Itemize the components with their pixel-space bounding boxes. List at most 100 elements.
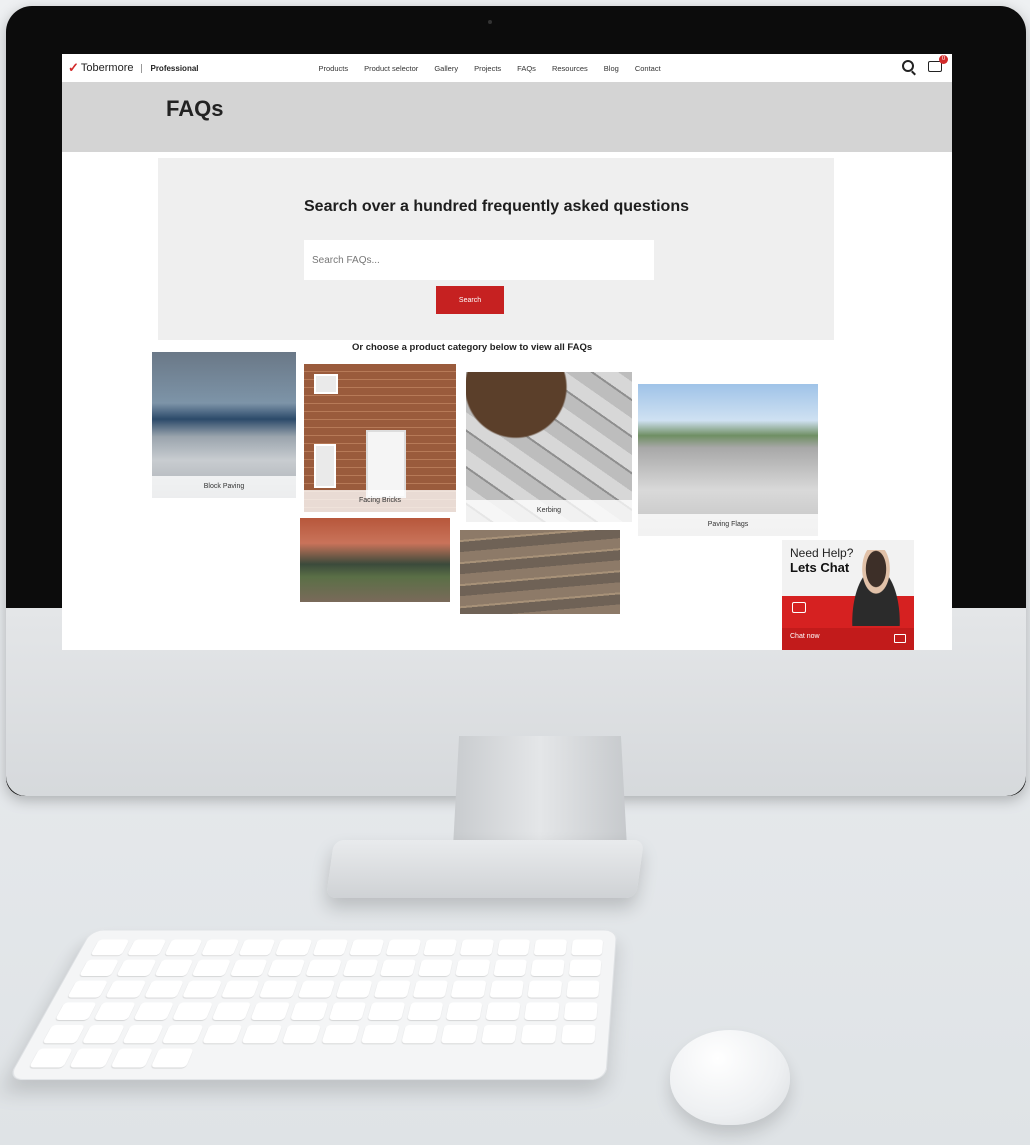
faq-search-input[interactable] (304, 240, 654, 280)
keyboard-key (328, 1002, 367, 1021)
keyboard-key (110, 1048, 154, 1068)
window-shape (314, 374, 338, 394)
keyboard-key (380, 959, 417, 977)
brand-flag-icon: ✓ (68, 60, 79, 75)
window-icon (894, 634, 906, 643)
monitor-stand-foot (325, 840, 645, 898)
keyboard-key (90, 939, 130, 956)
keyboard-key (116, 959, 157, 977)
category-label: Kerbing (466, 500, 632, 522)
window-shape (314, 444, 336, 488)
keyboard-key (422, 939, 458, 956)
keyboard-key (304, 959, 342, 977)
keyboard-key (493, 959, 528, 977)
keyboard-key (417, 959, 454, 977)
search-heading: Search over a hundred frequently asked q… (304, 198, 689, 215)
top-navigation-bar: ✓ Tobermore Professional Products Produc… (62, 54, 952, 82)
category-label: Block Paving (152, 476, 296, 498)
keyboard-key (455, 959, 491, 977)
chat-bubble-icon (792, 602, 806, 613)
keyboard-key (275, 939, 312, 956)
mouse (670, 1030, 790, 1125)
chat-agent-avatar (844, 550, 908, 626)
keyboard-key (312, 939, 349, 956)
category-tile-kerbing[interactable]: Kerbing (466, 372, 632, 522)
brand-logo[interactable]: ✓ Tobermore Professional (68, 60, 199, 76)
keyboard (7, 929, 618, 1081)
keyboard-key (151, 1048, 194, 1068)
header-icons: 0 (902, 54, 948, 72)
brand-name: Tobermore (80, 62, 134, 74)
keyboard-key (289, 1002, 329, 1021)
category-tile-block-paving[interactable]: Block Paving (152, 352, 296, 498)
nav-item-product-selector[interactable]: Product selector (364, 64, 418, 73)
keyboard-key (349, 939, 385, 956)
website-screen: ✓ Tobermore Professional Products Produc… (62, 54, 952, 650)
keyboard-key (565, 980, 600, 998)
nav-item-gallery[interactable]: Gallery (434, 64, 458, 73)
search-button[interactable]: Search (436, 286, 504, 314)
category-tile-driveway[interactable] (300, 518, 450, 602)
walling-image (460, 530, 620, 614)
keyboard-key (563, 1002, 598, 1021)
keyboard-key (94, 1002, 136, 1021)
keyboard-key (161, 1024, 204, 1044)
search-icon[interactable] (902, 60, 914, 72)
brand-sub: Professional (141, 63, 199, 73)
keyboard-key (201, 1024, 243, 1044)
category-label: Paving Flags (638, 514, 818, 536)
keyboard-key (281, 1024, 322, 1044)
keyboard-key (361, 1024, 400, 1044)
keyboard-key (480, 1024, 518, 1044)
category-heading: Or choose a product category below to vi… (352, 342, 593, 353)
main-nav: Products Product selector Gallery Projec… (319, 64, 661, 73)
folder-icon[interactable]: 0 (928, 54, 948, 72)
keyboard-key (524, 1002, 560, 1021)
category-tile-walling[interactable] (460, 530, 620, 614)
keyboard-key (154, 959, 194, 977)
keyboard-key (530, 959, 565, 977)
keyboard-key (42, 1024, 86, 1044)
keyboard-key (267, 959, 305, 977)
keyboard-key (164, 939, 203, 956)
keyboard-key (143, 980, 185, 998)
keyboard-key (82, 1024, 125, 1044)
keyboard-key (55, 1002, 98, 1021)
keyboard-key (220, 980, 260, 998)
chat-now-label: Chat now (790, 633, 820, 640)
nav-item-resources[interactable]: Resources (552, 64, 588, 73)
keyboard-key (489, 980, 525, 998)
chat-widget[interactable]: Need Help? Lets Chat Chat now (782, 540, 914, 650)
keyboard-key (450, 980, 487, 998)
keyboard-key (459, 939, 494, 956)
keyboard-key (69, 1048, 114, 1068)
keyboard-key (122, 1024, 164, 1044)
keyboard-key (297, 980, 336, 998)
nav-item-projects[interactable]: Projects (474, 64, 501, 73)
keyboard-key (496, 939, 531, 956)
page-title: FAQs (166, 96, 224, 121)
keyboard-key (191, 959, 231, 977)
chat-now-bar[interactable]: Chat now (782, 628, 914, 650)
keyboard-key (79, 959, 120, 977)
keyboard-key (67, 980, 109, 998)
nav-item-contact[interactable]: Contact (635, 64, 661, 73)
chat-line2: Lets Chat (790, 560, 850, 575)
keyboard-key (241, 1024, 282, 1044)
keyboard-key (560, 1024, 596, 1044)
nav-item-faqs[interactable]: FAQs (517, 64, 536, 73)
keyboard-key (367, 1002, 406, 1021)
keyboard-key (527, 980, 562, 998)
keyboard-key (385, 939, 422, 956)
nav-item-products[interactable]: Products (319, 64, 349, 73)
keyboard-key (133, 1002, 175, 1021)
keyboard-key (335, 980, 373, 998)
camera-dot (488, 20, 492, 24)
category-tile-facing-bricks[interactable]: Facing Bricks (304, 364, 456, 512)
page-header-band: FAQs (62, 82, 952, 152)
keyboard-key (182, 980, 222, 998)
category-label: Facing Bricks (304, 490, 456, 512)
nav-item-blog[interactable]: Blog (604, 64, 619, 73)
keyboard-key (485, 1002, 521, 1021)
category-tile-paving-flags[interactable]: Paving Flags (638, 384, 818, 536)
